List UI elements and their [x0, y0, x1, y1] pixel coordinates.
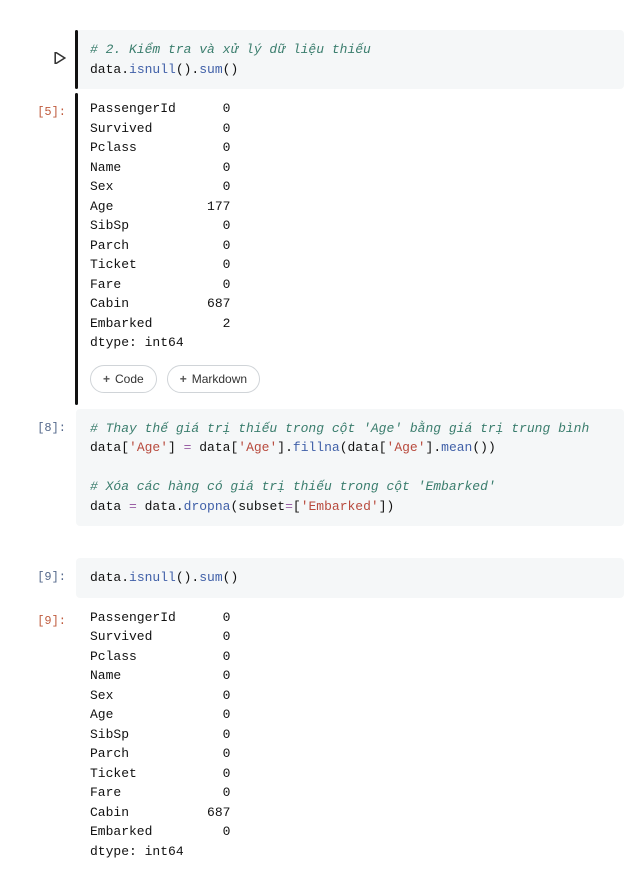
output-cell: [9]: PassengerId 0 Survived 0 Pclass 0 N…	[20, 602, 624, 868]
out-prompt: [9]:	[37, 614, 66, 628]
add-code-button[interactable]: + Code	[90, 365, 157, 393]
output-text: PassengerId 0 Survived 0 Pclass 0 Name 0…	[76, 602, 624, 868]
code-cell: [9]: data.isnull().sum()	[20, 558, 624, 598]
output-cell: [5]: PassengerId 0 Survived 0 Pclass 0 N…	[20, 93, 624, 405]
code-cell: # 2. Kiểm tra và xử lý dữ liệu thiếu dat…	[20, 30, 624, 89]
cell-gutter: [9]:	[20, 602, 76, 868]
run-icon[interactable]	[20, 40, 66, 70]
code-editor[interactable]: # Thay thế giá trị thiếu trong cột 'Age'…	[76, 409, 624, 527]
code-comment: # 2. Kiểm tra và xử lý dữ liệu thiếu	[90, 42, 371, 57]
output-text: PassengerId 0 Survived 0 Pclass 0 Name 0…	[76, 93, 624, 359]
code-comment: # Xóa các hàng có giá trị thiếu trong cộ…	[90, 479, 496, 494]
cell-body[interactable]: # Thay thế giá trị thiếu trong cột 'Age'…	[76, 409, 624, 527]
plus-icon: +	[103, 370, 110, 388]
cell-gutter: [5]:	[20, 93, 76, 405]
cell-body[interactable]: data.isnull().sum()	[76, 558, 624, 598]
cell-gutter	[20, 30, 76, 89]
in-prompt: [9]:	[37, 570, 66, 584]
out-prompt: [5]:	[37, 105, 66, 119]
plus-icon: +	[180, 370, 187, 388]
insert-buttons: + Code + Markdown	[76, 359, 624, 405]
cell-body[interactable]: # 2. Kiểm tra và xử lý dữ liệu thiếu dat…	[76, 30, 624, 89]
add-markdown-button[interactable]: + Markdown	[167, 365, 260, 393]
code-editor[interactable]: data.isnull().sum()	[76, 558, 624, 598]
cell-gutter: [8]:	[20, 409, 76, 527]
in-prompt: [8]:	[37, 421, 66, 435]
cell-gutter: [9]:	[20, 558, 76, 598]
active-bar	[75, 30, 78, 89]
code-cell: [8]: # Thay thế giá trị thiếu trong cột …	[20, 409, 624, 527]
active-bar	[75, 93, 78, 405]
cell-body: PassengerId 0 Survived 0 Pclass 0 Name 0…	[76, 93, 624, 405]
code-comment: # Thay thế giá trị thiếu trong cột 'Age'…	[90, 421, 589, 436]
code-editor[interactable]: # 2. Kiểm tra và xử lý dữ liệu thiếu dat…	[76, 30, 624, 89]
cell-body: PassengerId 0 Survived 0 Pclass 0 Name 0…	[76, 602, 624, 868]
